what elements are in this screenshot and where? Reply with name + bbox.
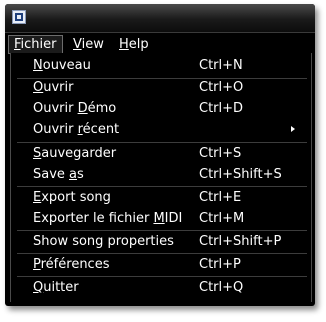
menu-item-label: Export song bbox=[33, 190, 111, 205]
menu-item-label: Sauvegarder bbox=[33, 146, 117, 161]
menu-item-label: Ouvrir récent bbox=[33, 122, 120, 137]
menu-item-label: Ouvrir bbox=[33, 80, 74, 95]
menu-item-sauvegarder[interactable]: Sauvegarder Ctrl+S bbox=[11, 143, 311, 164]
menu-item-label: Nouveau bbox=[33, 58, 91, 73]
menu-item-save-as[interactable]: Save as Ctrl+Shift+S bbox=[11, 164, 311, 185]
menu-item-preferences[interactable]: Préférences Ctrl+P bbox=[11, 254, 311, 275]
hydrogen-app-icon[interactable] bbox=[12, 10, 26, 24]
menu-item-ouvrir[interactable]: Ouvrir Ctrl+O bbox=[11, 77, 311, 98]
menu-item-label: Ouvrir Démo bbox=[33, 101, 117, 116]
menu-item-shortcut: Ctrl+Shift+P bbox=[199, 234, 282, 249]
menu-item-nouveau[interactable]: Nouveau Ctrl+N bbox=[11, 55, 311, 76]
menu-item-export-song[interactable]: Export song Ctrl+E bbox=[11, 187, 311, 208]
menu-help[interactable]: Help bbox=[114, 35, 154, 54]
menu-item-ouvrir-demo[interactable]: Ouvrir Démo Ctrl+D bbox=[11, 98, 311, 119]
menu-label-post: ichier bbox=[20, 37, 57, 52]
menu-item-song-properties[interactable]: Show song properties Ctrl+Shift+P bbox=[11, 231, 311, 252]
menu-item-export-midi[interactable]: Exporter le fichier MIDI Ctrl+M bbox=[11, 208, 311, 229]
menu-item-shortcut: Ctrl+M bbox=[199, 211, 245, 226]
menu-mnemonic: H bbox=[119, 37, 129, 52]
menu-label-post: iew bbox=[81, 37, 104, 52]
menu-item-label: Préférences bbox=[33, 257, 110, 272]
menu-item-shortcut: Ctrl+D bbox=[199, 101, 244, 116]
menu-item-shortcut: Ctrl+Shift+S bbox=[199, 167, 282, 182]
menu-item-shortcut: Ctrl+O bbox=[199, 80, 244, 95]
menu-item-shortcut: Ctrl+P bbox=[199, 257, 241, 272]
menu-item-label: Show song properties bbox=[33, 234, 174, 249]
menu-item-shortcut: Ctrl+Q bbox=[199, 280, 244, 295]
menu-fichier[interactable]: Fichier bbox=[8, 35, 63, 54]
menu-label-post: elp bbox=[128, 37, 149, 52]
menu-item-shortcut: Ctrl+N bbox=[199, 58, 243, 73]
fichier-dropdown-menu: Nouveau Ctrl+N Ouvrir Ctrl+O Ouvrir Démo… bbox=[10, 53, 312, 302]
menu-view[interactable]: View bbox=[68, 35, 109, 54]
menu-item-shortcut: Ctrl+S bbox=[199, 146, 242, 161]
menu-item-ouvrir-recent[interactable]: Ouvrir récent bbox=[11, 119, 311, 140]
menu-item-shortcut: Ctrl+E bbox=[199, 190, 242, 205]
submenu-arrow-icon bbox=[291, 126, 295, 132]
menu-mnemonic: V bbox=[73, 37, 82, 52]
menu-item-label: Quitter bbox=[33, 280, 79, 295]
menu-item-label: Exporter le fichier MIDI bbox=[33, 211, 183, 226]
menu-item-label: Save as bbox=[33, 167, 84, 182]
menu-item-quitter[interactable]: Quitter Ctrl+Q bbox=[11, 277, 311, 298]
title-bar[interactable] bbox=[5, 4, 315, 32]
